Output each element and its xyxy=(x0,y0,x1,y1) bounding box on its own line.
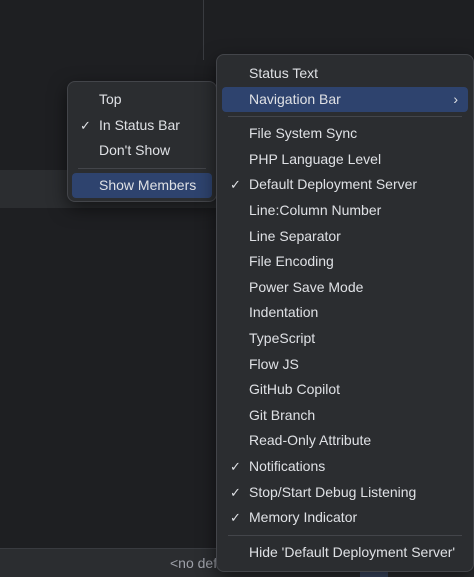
menu-item-label: Stop/Start Debug Listening xyxy=(249,483,417,500)
menu-item-navigation-bar[interactable]: Navigation Bar › xyxy=(222,86,468,113)
menu-item-default-deployment-server[interactable]: ✓ Default Deployment Server xyxy=(222,172,468,198)
status-bar-widgets-menu: Status Text Navigation Bar › File System… xyxy=(216,54,474,572)
menu-item-label: Git Branch xyxy=(249,406,316,423)
menu-item-typescript[interactable]: TypeScript xyxy=(222,326,468,352)
chevron-right-icon: › xyxy=(453,90,458,107)
menu-item-flow-js[interactable]: Flow JS xyxy=(222,352,468,378)
menu-item-read-only-attribute[interactable]: Read-Only Attribute xyxy=(222,428,468,454)
menu-item-label: Notifications xyxy=(249,457,326,474)
menu-item-memory-indicator[interactable]: ✓ Memory Indicator xyxy=(222,505,468,531)
menu-item-label: Show Members xyxy=(99,176,197,193)
menu-item-label: Memory Indicator xyxy=(249,509,358,526)
menu-item-in-status-bar[interactable]: ✓ In Status Bar xyxy=(72,113,212,139)
menu-item-label: Line Separator xyxy=(249,227,341,244)
menu-item-git-branch[interactable]: Git Branch xyxy=(222,403,468,429)
menu-separator xyxy=(228,116,462,118)
menu-item-power-save-mode[interactable]: Power Save Mode xyxy=(222,275,468,301)
menu-item-label: File System Sync xyxy=(249,125,358,142)
menu-item-label: Hide 'Default Deployment Server' xyxy=(249,543,456,560)
check-icon: ✓ xyxy=(80,117,91,133)
menu-item-label: Top xyxy=(99,91,122,107)
menu-item-label: Don't Show xyxy=(99,142,171,159)
menu-item-label: File Encoding xyxy=(249,253,334,270)
menu-item-hide-widget[interactable]: Hide 'Default Deployment Server' xyxy=(222,540,468,566)
menu-item-label: Default Deployment Server xyxy=(249,176,418,193)
menu-item-label: Read-Only Attribute xyxy=(249,432,372,449)
menu-item-php-language-level[interactable]: PHP Language Level xyxy=(222,147,468,173)
menu-item-line-column-number[interactable]: Line:Column Number xyxy=(222,198,468,224)
menu-item-file-system-sync[interactable]: File System Sync xyxy=(222,121,468,147)
menu-item-label: Flow JS xyxy=(249,355,299,372)
menu-item-label: In Status Bar xyxy=(99,116,180,133)
menu-item-indentation[interactable]: Indentation xyxy=(222,300,468,326)
menu-item-top[interactable]: Top xyxy=(72,87,212,113)
menu-item-dont-show[interactable]: Don't Show xyxy=(72,138,212,164)
menu-item-label: Indentation xyxy=(249,304,319,321)
menu-item-label: Power Save Mode xyxy=(249,278,364,295)
navigation-bar-submenu: Top ✓ In Status Bar Don't Show Show Memb… xyxy=(67,81,217,202)
menu-item-label: TypeScript xyxy=(249,329,316,346)
check-icon: ✓ xyxy=(230,484,241,500)
menu-item-status-text[interactable]: Status Text xyxy=(222,61,468,87)
menu-separator xyxy=(78,167,206,169)
menu-item-github-copilot[interactable]: GitHub Copilot xyxy=(222,377,468,403)
deployment-server-widget[interactable]: <no def xyxy=(170,555,217,571)
menu-item-label: Navigation Bar xyxy=(249,90,341,107)
editor-splitter[interactable] xyxy=(203,0,204,60)
menu-item-show-members[interactable]: Show Members xyxy=(72,172,212,199)
menu-separator xyxy=(228,534,462,536)
menu-item-label: Line:Column Number xyxy=(249,201,382,218)
menu-item-label: Status Text xyxy=(249,65,319,81)
menu-item-label: PHP Language Level xyxy=(249,150,382,167)
menu-item-notifications[interactable]: ✓ Notifications xyxy=(222,454,468,480)
menu-item-stop-start-debug-listening[interactable]: ✓ Stop/Start Debug Listening xyxy=(222,480,468,506)
menu-item-file-encoding[interactable]: File Encoding xyxy=(222,249,468,275)
check-icon: ✓ xyxy=(230,177,241,193)
menu-item-label: GitHub Copilot xyxy=(249,381,341,398)
menu-item-line-separator[interactable]: Line Separator xyxy=(222,224,468,250)
check-icon: ✓ xyxy=(230,458,241,474)
ide-window: <no def Top ✓ In Status Bar Don't Show S… xyxy=(0,0,474,577)
check-icon: ✓ xyxy=(230,510,241,526)
